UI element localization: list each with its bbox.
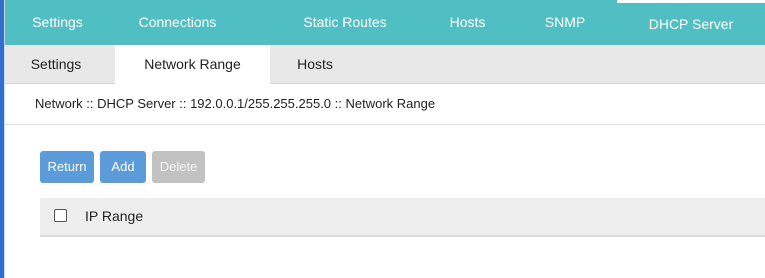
tab-settings[interactable]: Settings: [5, 0, 110, 45]
tab-dhcp-server[interactable]: DHCP Server: [617, 0, 765, 45]
table-header: IP Range: [40, 198, 765, 237]
tab-connections[interactable]: Connections: [110, 0, 245, 45]
subtab-hosts[interactable]: Hosts: [275, 45, 355, 83]
subtab-settings[interactable]: Settings: [15, 45, 97, 83]
select-all-checkbox[interactable]: [54, 209, 67, 222]
tab-hosts[interactable]: Hosts: [430, 0, 505, 45]
subtab-network-range[interactable]: Network Range: [115, 45, 270, 84]
tab-snmp[interactable]: SNMP: [530, 0, 600, 45]
breadcrumb-text: Network :: DHCP Server :: 192.0.0.1/255.…: [35, 96, 436, 111]
tab-static-routes[interactable]: Static Routes: [275, 0, 415, 45]
main-tab-bar: Settings Connections Static Routes Hosts…: [5, 0, 765, 45]
sub-tab-bar: Settings Network Range Hosts: [5, 45, 765, 84]
delete-button[interactable]: Delete: [152, 151, 205, 183]
breadcrumb: Network :: DHCP Server :: 192.0.0.1/255.…: [5, 84, 765, 125]
app-frame: Settings Connections Static Routes Hosts…: [0, 0, 765, 278]
column-header-ip-range[interactable]: IP Range: [85, 198, 143, 235]
add-button[interactable]: Add: [100, 151, 146, 183]
return-button[interactable]: Return: [40, 151, 94, 183]
